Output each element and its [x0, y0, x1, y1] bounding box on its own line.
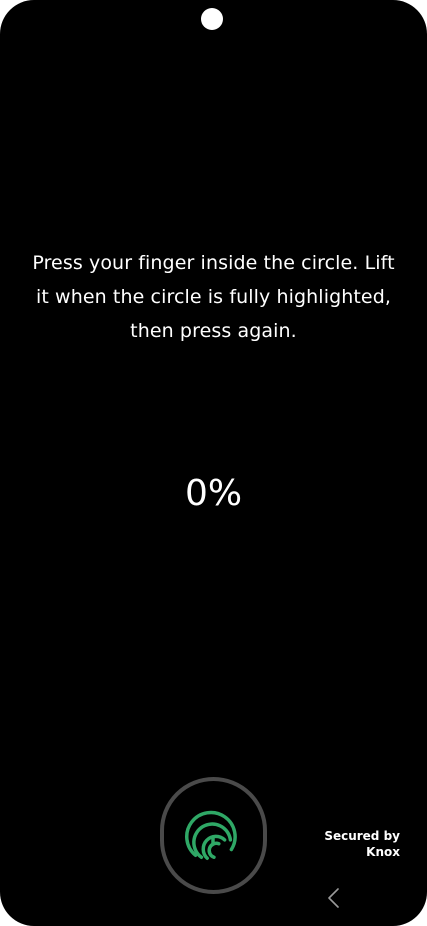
chevron-left-icon[interactable]	[322, 884, 344, 912]
enroll-progress-percent: 0%	[184, 473, 243, 514]
knox-badge-line2: Knox	[366, 845, 400, 859]
fingerprint-enroll-screen: Press your finger inside the circle. Lif…	[0, 0, 427, 926]
front-camera-cutout	[201, 8, 223, 30]
enroll-instruction-text: Press your finger inside the circle. Lif…	[32, 252, 395, 342]
fingerprint-icon	[185, 810, 237, 860]
knox-badge-line1: Secured by	[324, 829, 400, 843]
secured-by-knox-badge: Secured by Knox	[324, 828, 400, 860]
